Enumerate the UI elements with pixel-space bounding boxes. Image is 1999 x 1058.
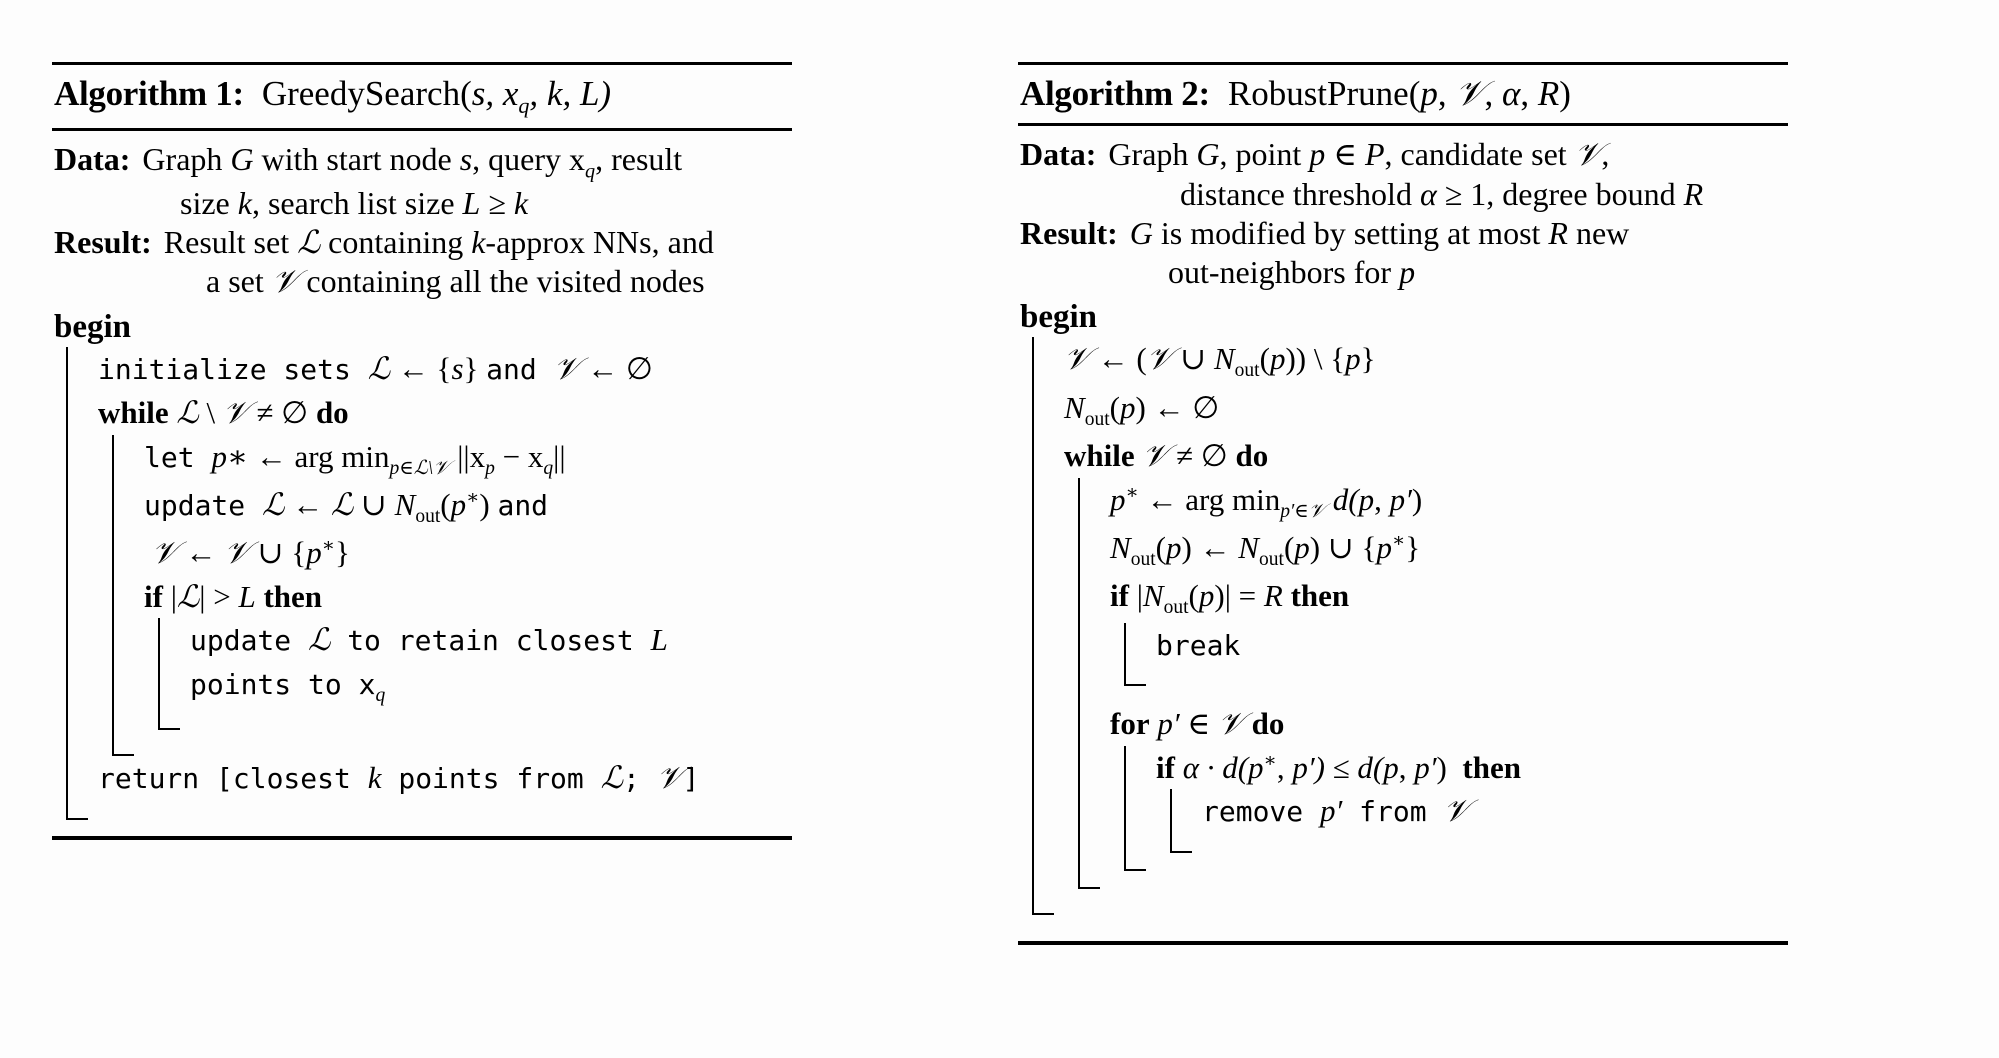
algorithm-1-line-update-V: 𝒱 ← 𝒱 ∪ {p∗} <box>151 535 350 571</box>
algorithm-1-level-3: update ℒ to retain closest L points to x… <box>157 618 792 731</box>
algorithm-1-result-row: Result: Result set ℒ containing k-approx… <box>54 222 792 264</box>
algorithm-2-result-line-1: G is modified by setting at most R new <box>1129 214 1630 251</box>
algorithm-1-data-row: Data: Graph G with start node s, query x… <box>54 139 792 185</box>
algorithm-2-line-while: while 𝒱 ≠ ∅ do <box>1064 438 1269 474</box>
algorithm-1-level-2: let p∗ ← arg minp∈ℒ\𝒱 ||xp − xq|| update… <box>111 434 792 757</box>
algorithm-1-number-label: Algorithm 1: <box>54 74 244 113</box>
algorithm-1-result-line-2: a set 𝒱 containing all the visited nodes <box>206 263 705 300</box>
algorithm-1-block: Algorithm 1: GreedySearch(s, xq, k, L) D… <box>52 62 792 840</box>
algorithm-2-data-key: Data: <box>1020 136 1097 172</box>
algorithm-1-name: GreedySearch( <box>261 74 472 113</box>
algorithm-2-line-if-alpha: if α · d(p∗, p′) ≤ d(p, p′) then <box>1156 749 1521 785</box>
algorithm-2-line-Nout-empty: Nout(p) ← ∅ <box>1064 389 1220 431</box>
algorithm-1-level-1: initialize sets ℒ ← {s} and 𝒱 ← ∅ while … <box>65 347 792 821</box>
algorithm-1-line-initialize: initialize sets ℒ ← {s} and 𝒱 ← ∅ <box>98 351 653 387</box>
algorithm-1-data-line-2: size k, search list size L ≥ k <box>180 184 529 221</box>
algorithm-2-body: 𝒱 ← (𝒱 ∪ Nout(p)) \ {p} Nout(p) ← ∅ whil… <box>1018 335 1788 916</box>
algorithm-1-arg-q-sub: q <box>518 93 530 118</box>
algorithm-2-data-row: Data: Graph G, point p ∈ P, candidate se… <box>1020 134 1788 176</box>
algorithm-2-level-4: remove p′ from 𝒱 <box>1169 789 1788 853</box>
algorithm-2-result-line-2: out-neighbors for p <box>1168 254 1416 291</box>
algorithm-2-data-line-2: distance threshold α ≥ 1, degree bound R <box>1180 175 1704 212</box>
algorithm-1-result-key: Result: <box>54 223 152 260</box>
algorithm-1-io: Data: Graph G with start node s, query x… <box>52 131 792 303</box>
algorithm-2-result-row: Result: G is modified by setting at most… <box>1020 213 1788 255</box>
algorithm-2-line-Nout-union: Nout(p) ← Nout(p) ∪ {p∗} <box>1110 530 1421 571</box>
algorithm-1-begin: begin <box>54 309 132 346</box>
algorithm-2-name: RobustPrune( <box>1227 74 1421 113</box>
algorithm-2-line-for: for p′ ∈ 𝒱 do <box>1110 706 1285 742</box>
algorithm-2-begin: begin <box>1020 299 1098 336</box>
algorithm-2-level-3-break: break <box>1123 622 1788 687</box>
algorithm-1-line-return: return [closest k points from ℒ; 𝒱] <box>98 760 700 796</box>
algorithm-2-line-if-degree: if |Nout(p)| = R then <box>1110 578 1350 619</box>
algorithm-1-line-while: while ℒ \ 𝒱 ≠ ∅ do <box>98 395 349 431</box>
algorithm-1-arg-s-xq: s, x <box>471 74 519 113</box>
algorithm-2-bottom-rule <box>1018 940 1788 945</box>
algorithm-2-io: Data: Graph G, point p ∈ P, candidate se… <box>1018 126 1788 293</box>
algorithm-1-result-line-1: Result set ℒ containing k-approx NNs, an… <box>163 223 714 260</box>
figure-page: Algorithm 1: GreedySearch(s, xq, k, L) D… <box>0 0 1999 1058</box>
algorithm-2-level-1: 𝒱 ← (𝒱 ∪ Nout(p)) \ {p} Nout(p) ← ∅ whil… <box>1031 337 1788 916</box>
algorithm-1-arg-k-L: , k, L) <box>529 74 612 113</box>
algorithm-2-line-V-assign: 𝒱 ← (𝒱 ∪ Nout(p)) \ {p} <box>1064 341 1376 382</box>
algorithm-1-line-if: if |ℒ| > L then <box>144 578 323 614</box>
algorithm-1-bottom-rule <box>52 835 792 840</box>
algorithm-2-signature: RobustPrune(p, 𝒱, α, R) <box>1227 74 1571 113</box>
algorithm-2-line-argmin: p∗ ← arg minp′∈𝒱 d(p, p′) <box>1110 481 1423 522</box>
algorithm-2-level-3-for: if α · d(p∗, p′) ≤ d(p, p′) then remove … <box>1123 745 1788 871</box>
algorithm-1-data-key: Data: <box>54 141 131 177</box>
algorithm-1-line-update-L: update ℒ ← ℒ ∪ Nout(p∗) and <box>144 486 549 528</box>
algorithm-2-data-line-1: Graph G, point p ∈ P, candidate set 𝒱, <box>1108 136 1610 172</box>
algorithm-2-line-remove: remove p′ from 𝒱 <box>1202 793 1470 829</box>
algorithm-2-result-key: Result: <box>1020 214 1118 251</box>
algorithm-1-body: initialize sets ℒ ← {s} and 𝒱 ← ∅ while … <box>52 345 792 821</box>
algorithm-2-line-break: break <box>1156 628 1241 662</box>
algorithm-1-signature: GreedySearch(s, xq, k, L) <box>262 74 611 119</box>
algorithm-2-level-2: p∗ ← arg minp′∈𝒱 d(p, p′) Nout(p) ← Nout… <box>1077 477 1788 890</box>
algorithm-1-line-let: let p∗ ← arg minp∈ℒ\𝒱 ||xp − xq|| <box>144 438 566 479</box>
algorithm-2-number-label: Algorithm 2: <box>1020 74 1210 113</box>
algorithm-2-block: Algorithm 2: RobustPrune(p, 𝒱, α, R) Dat… <box>1018 62 1788 945</box>
algorithm-2-title: Algorithm 2: RobustPrune(p, 𝒱, α, R) <box>1018 65 1788 123</box>
algorithm-1-title: Algorithm 1: GreedySearch(s, xq, k, L) <box>52 65 792 128</box>
algorithm-1-line-points: points to xq <box>190 667 386 707</box>
algorithm-1-data-line-1: Graph G with start node s, query xq, res… <box>142 141 683 183</box>
algorithm-1-line-retain: update ℒ to retain closest L <box>190 622 668 658</box>
